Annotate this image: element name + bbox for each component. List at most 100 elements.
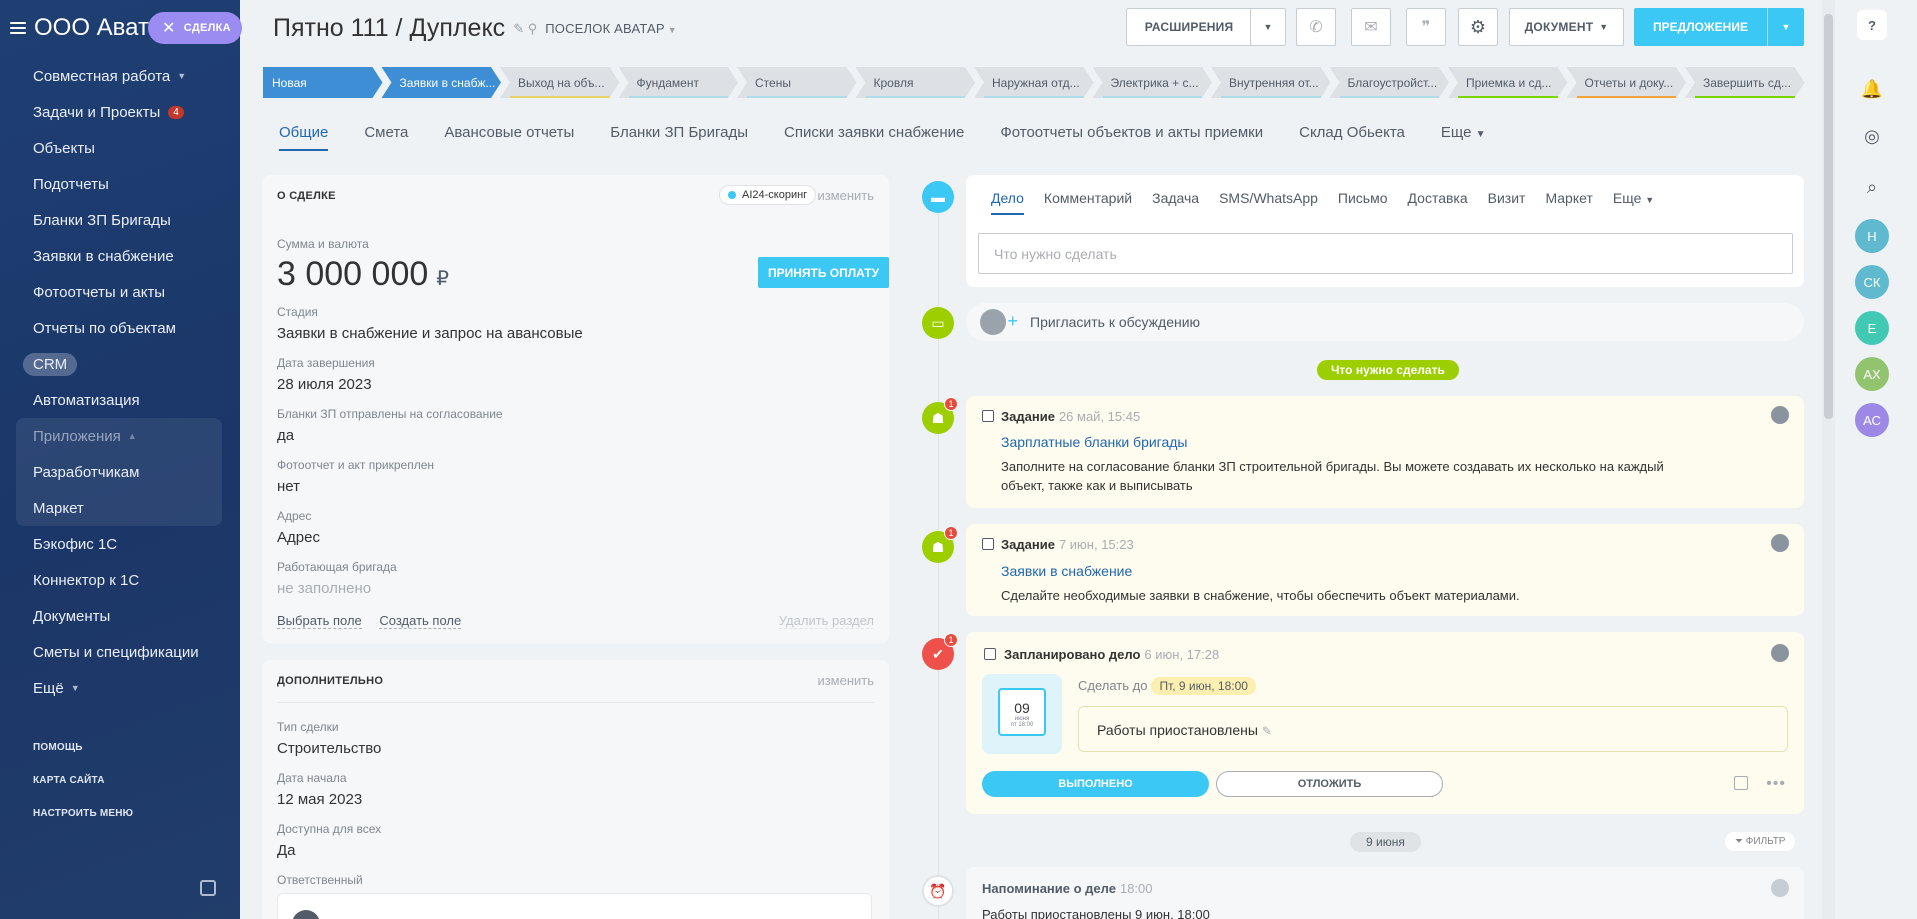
avatar[interactable]: Е	[1855, 311, 1889, 345]
invite-discussion[interactable]: Пригласить к обсуждению	[966, 303, 1804, 341]
help-link[interactable]: ПОМОЩЬ	[33, 742, 133, 775]
tab-advance-reports[interactable]: Авансовые отчеты	[444, 124, 574, 151]
extensions-button[interactable]: РАСШИРЕНИЯ	[1126, 8, 1252, 46]
todo-input[interactable]: Что нужно сделать	[978, 233, 1793, 274]
scrollbar-thumb[interactable]	[1824, 14, 1833, 419]
avatar[interactable]: АС	[1855, 403, 1889, 437]
chat-list-icon[interactable]: ◎	[1855, 119, 1889, 153]
category-selector[interactable]: Поселок Аватар ▼	[545, 21, 677, 36]
stage-item[interactable]: Выход на объ...	[500, 67, 620, 98]
choose-field-link[interactable]: Выбрать поле	[277, 613, 362, 629]
sidebar-item-crm[interactable]: CRM	[0, 346, 240, 382]
stage-item[interactable]: Благоустройст...	[1330, 67, 1450, 98]
tab-task[interactable]: Задача	[1152, 190, 1199, 215]
chat-icon-button[interactable]: ❞	[1406, 8, 1446, 46]
tab-general[interactable]: Общие	[279, 124, 329, 151]
tab-sms[interactable]: SMS/WhatsApp	[1219, 190, 1318, 215]
stage-item[interactable]: Электрика + с...	[1093, 67, 1213, 98]
settings-button[interactable]: ⚙	[1458, 8, 1498, 46]
postpone-button[interactable]: ОТЛОЖИТЬ	[1216, 771, 1443, 797]
tab-market[interactable]: Маркет	[1545, 190, 1592, 215]
tab-zp-forms[interactable]: Бланки ЗП Бригады	[610, 124, 748, 151]
extensions-dropdown-button[interactable]: ▼	[1250, 8, 1286, 46]
stage-item[interactable]: Стены	[737, 67, 857, 98]
menu-icon[interactable]	[10, 22, 26, 34]
tab-email[interactable]: Письмо	[1338, 190, 1388, 215]
planned-checkbox[interactable]	[984, 648, 996, 660]
task-link[interactable]: Заявки в снабжение	[1001, 563, 1132, 579]
stage-item[interactable]: Отчеты и доку...	[1567, 67, 1687, 98]
avatar[interactable]: АХ	[1855, 357, 1889, 391]
create-field-link[interactable]: Создать поле	[379, 613, 462, 629]
more-icon[interactable]: •••	[1766, 775, 1786, 793]
available-all-field[interactable]: Доступна для всех Да	[277, 822, 381, 859]
sidebar-item-objects[interactable]: Объекты	[0, 130, 240, 166]
ai-scoring-badge[interactable]: AI24-скоринг	[719, 185, 817, 205]
sidebar-item-photo[interactable]: Фотоотчеты и акты	[0, 274, 240, 310]
task-link[interactable]: Зарплатные бланки бригады	[1001, 434, 1188, 450]
sidebar-item-documents[interactable]: Документы	[0, 598, 240, 634]
stage-item[interactable]: Внутренняя от...	[1211, 67, 1331, 98]
search-icon[interactable]: ⌕	[1855, 170, 1889, 204]
sidebar-item-collab[interactable]: Совместная работа ▼	[0, 58, 240, 94]
help-icon[interactable]: ?	[1857, 10, 1887, 40]
sidebar-item-market[interactable]: Маркет	[16, 490, 222, 526]
tab-comment[interactable]: Комментарий	[1044, 190, 1132, 215]
user-icon[interactable]	[1771, 879, 1789, 897]
brigade-field[interactable]: Работающая бригада не заполнено	[277, 560, 397, 597]
edit-pencil-icon[interactable]: ✎	[1262, 724, 1272, 738]
photo-attached-field[interactable]: Фотоотчет и акт прикреплен нет	[277, 458, 434, 495]
start-date-field[interactable]: Дата начала 12 мая 2023	[277, 771, 362, 808]
tab-supply-lists[interactable]: Списки заявки снабжение	[784, 124, 964, 151]
close-date-field[interactable]: Дата завершения 28 июля 2023	[277, 356, 375, 393]
user-icon[interactable]	[1771, 644, 1789, 662]
sidebar-item-automation[interactable]: Автоматизация	[0, 382, 240, 418]
sidebar-item-reports[interactable]: Подотчеты	[0, 166, 240, 202]
deal-type-field[interactable]: Тип сделки Строительство	[277, 720, 381, 757]
mail-icon-button[interactable]: ✉	[1351, 8, 1391, 46]
stage-item[interactable]: Наружная отд...	[974, 67, 1094, 98]
sidebar-item-apps[interactable]: Приложения ▲	[16, 418, 222, 454]
edit-pencil-icon[interactable]: ✎ ⚲	[513, 21, 537, 37]
tab-more[interactable]: Еще ▼	[1613, 190, 1654, 215]
user-icon[interactable]	[1771, 534, 1789, 552]
accept-payment-button[interactable]: ПРИНЯТЬ ОПЛАТУ	[758, 257, 889, 288]
task-checkbox[interactable]	[982, 538, 994, 550]
planned-description[interactable]: Работы приостановлены ✎	[1078, 706, 1788, 752]
sidebar-item-zp-forms[interactable]: Бланки ЗП Бригады	[0, 202, 240, 238]
configure-menu-link[interactable]: НАСТРОИТЬ МЕНЮ	[33, 808, 133, 841]
deal-close-button[interactable]: ✕ СДЕЛКА	[148, 12, 242, 44]
avatar[interactable]: СК	[1855, 265, 1889, 299]
stage-item[interactable]: Фундамент	[619, 67, 739, 98]
sidebar-item-tasks[interactable]: Задачи и Проекты 4	[0, 94, 240, 130]
sidebar-item-1c-connector[interactable]: Коннектор к 1С	[0, 562, 240, 598]
stage-field[interactable]: Стадия Заявки в снабжение и запрос на ав…	[277, 305, 583, 342]
delete-section-link[interactable]: Удалить раздел	[778, 613, 874, 629]
sitemap-link[interactable]: КАРТА САЙТА	[33, 775, 133, 808]
stage-item[interactable]: Кровля	[856, 67, 976, 98]
user-icon[interactable]	[1771, 406, 1789, 424]
zp-sent-field[interactable]: Бланки ЗП отправлены на согласование да	[277, 407, 503, 444]
stage-item[interactable]: Приемка и сд...	[1448, 67, 1568, 98]
document-button[interactable]: ДОКУМЕНТ ▼	[1509, 8, 1624, 46]
additional-edit-link[interactable]: изменить	[817, 673, 874, 688]
avatar[interactable]: Н	[1855, 219, 1889, 253]
printer-icon[interactable]	[200, 880, 216, 896]
note-icon[interactable]	[1734, 776, 1748, 790]
tab-photo-reports[interactable]: Фотоотчеты объектов и акты приемки	[1000, 124, 1263, 151]
complete-button[interactable]: ВЫПОЛНЕНО	[982, 771, 1209, 797]
deadline-selector[interactable]: Пт, 9 июн, 18:00	[1151, 677, 1256, 695]
sidebar-item-backoffice[interactable]: Бэкофис 1С	[0, 526, 240, 562]
address-field[interactable]: Адрес Адрес	[277, 509, 320, 546]
filter-button[interactable]: ⏷ ФИЛЬТР	[1725, 832, 1796, 851]
sidebar-item-estimates[interactable]: Сметы и спецификации	[0, 634, 240, 670]
task-checkbox[interactable]	[982, 410, 994, 422]
bell-icon[interactable]: 🔔	[1855, 72, 1889, 106]
tab-visit[interactable]: Визит	[1488, 190, 1526, 215]
proposal-button[interactable]: ПРЕДЛОЖЕНИЕ ▼	[1634, 8, 1804, 46]
about-edit-link[interactable]: изменить	[817, 188, 874, 203]
tab-warehouse[interactable]: Склад Обьекта	[1299, 124, 1405, 151]
sidebar-item-more[interactable]: Ещё ▼	[0, 670, 240, 706]
stage-item[interactable]: Заявки в снабж...	[382, 67, 502, 98]
stage-item[interactable]: Новая	[263, 67, 383, 98]
